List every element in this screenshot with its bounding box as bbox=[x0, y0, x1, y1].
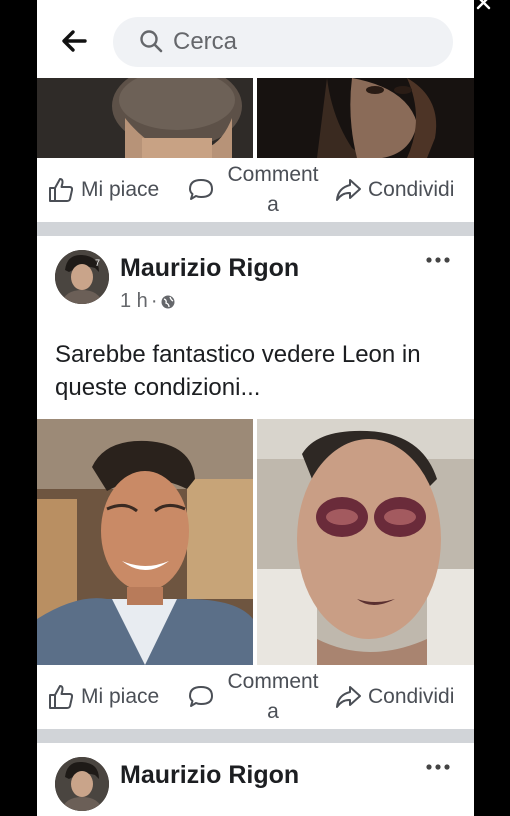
more-dots-icon bbox=[426, 764, 450, 770]
post-time[interactable]: 1 h bbox=[120, 290, 148, 313]
avatar[interactable] bbox=[55, 757, 109, 811]
like-button[interactable]: Mi piace bbox=[47, 158, 159, 222]
search-input[interactable] bbox=[173, 27, 433, 57]
back-button[interactable] bbox=[59, 26, 89, 56]
close-button[interactable] bbox=[472, 0, 502, 16]
post-actions-bar: Mi piace Comment a Condividi bbox=[37, 665, 474, 729]
next-post-header: Maurizio Rigon bbox=[37, 757, 474, 816]
comment-label: Comment a bbox=[227, 670, 319, 723]
share-button[interactable]: Condividi bbox=[334, 665, 454, 729]
search-bar[interactable] bbox=[113, 17, 453, 67]
comment-bubble-icon bbox=[189, 179, 213, 200]
like-button[interactable]: Mi piace bbox=[47, 665, 159, 729]
share-button[interactable]: Condividi bbox=[334, 158, 454, 222]
comment-button[interactable]: Comment a bbox=[187, 158, 325, 222]
post-text: Sarebbe fantastico vedere Leon in queste… bbox=[55, 341, 421, 401]
feed-divider bbox=[37, 729, 474, 743]
svg-text:7: 7 bbox=[95, 258, 100, 268]
post-meta: 1 h · bbox=[120, 290, 176, 313]
meta-separator: · bbox=[150, 290, 158, 312]
like-label: Mi piace bbox=[81, 178, 160, 201]
arrow-left-icon bbox=[62, 30, 87, 52]
post-photo-left[interactable] bbox=[37, 419, 253, 665]
more-dots-icon bbox=[426, 257, 450, 263]
share-arrow-icon bbox=[336, 686, 361, 708]
top-bar bbox=[37, 0, 474, 78]
avatar[interactable]: 7 bbox=[55, 250, 109, 304]
thumbs-up-icon bbox=[49, 178, 74, 202]
right-gutter bbox=[474, 0, 510, 816]
comment-label: Comment a bbox=[227, 163, 319, 216]
share-label: Condividi bbox=[368, 178, 455, 201]
thumbs-up-icon bbox=[49, 685, 74, 709]
previous-post-photo-right[interactable] bbox=[257, 78, 474, 158]
globe-icon bbox=[161, 295, 175, 308]
post-header: 7 Maurizio Rigon 1 h · bbox=[37, 250, 474, 320]
more-options-button[interactable] bbox=[425, 759, 451, 771]
more-options-button[interactable] bbox=[425, 252, 451, 264]
feed-frame: Mi piace Comment a Condividi bbox=[37, 0, 474, 816]
post-author-name[interactable]: Maurizio Rigon bbox=[120, 761, 299, 790]
search-icon bbox=[140, 30, 163, 53]
like-label: Mi piace bbox=[81, 685, 160, 708]
share-arrow-icon bbox=[336, 179, 361, 201]
post-author-name[interactable]: Maurizio Rigon bbox=[120, 254, 299, 283]
post-actions-bar: Mi piace Comment a Condividi bbox=[37, 158, 474, 222]
previous-post-photo-left[interactable] bbox=[37, 78, 253, 158]
post-photo-right[interactable] bbox=[257, 419, 474, 665]
comment-button[interactable]: Comment a bbox=[187, 665, 325, 729]
feed-divider bbox=[37, 222, 474, 236]
share-label: Condividi bbox=[368, 685, 455, 708]
comment-bubble-icon bbox=[189, 686, 213, 707]
close-icon bbox=[476, 0, 491, 10]
